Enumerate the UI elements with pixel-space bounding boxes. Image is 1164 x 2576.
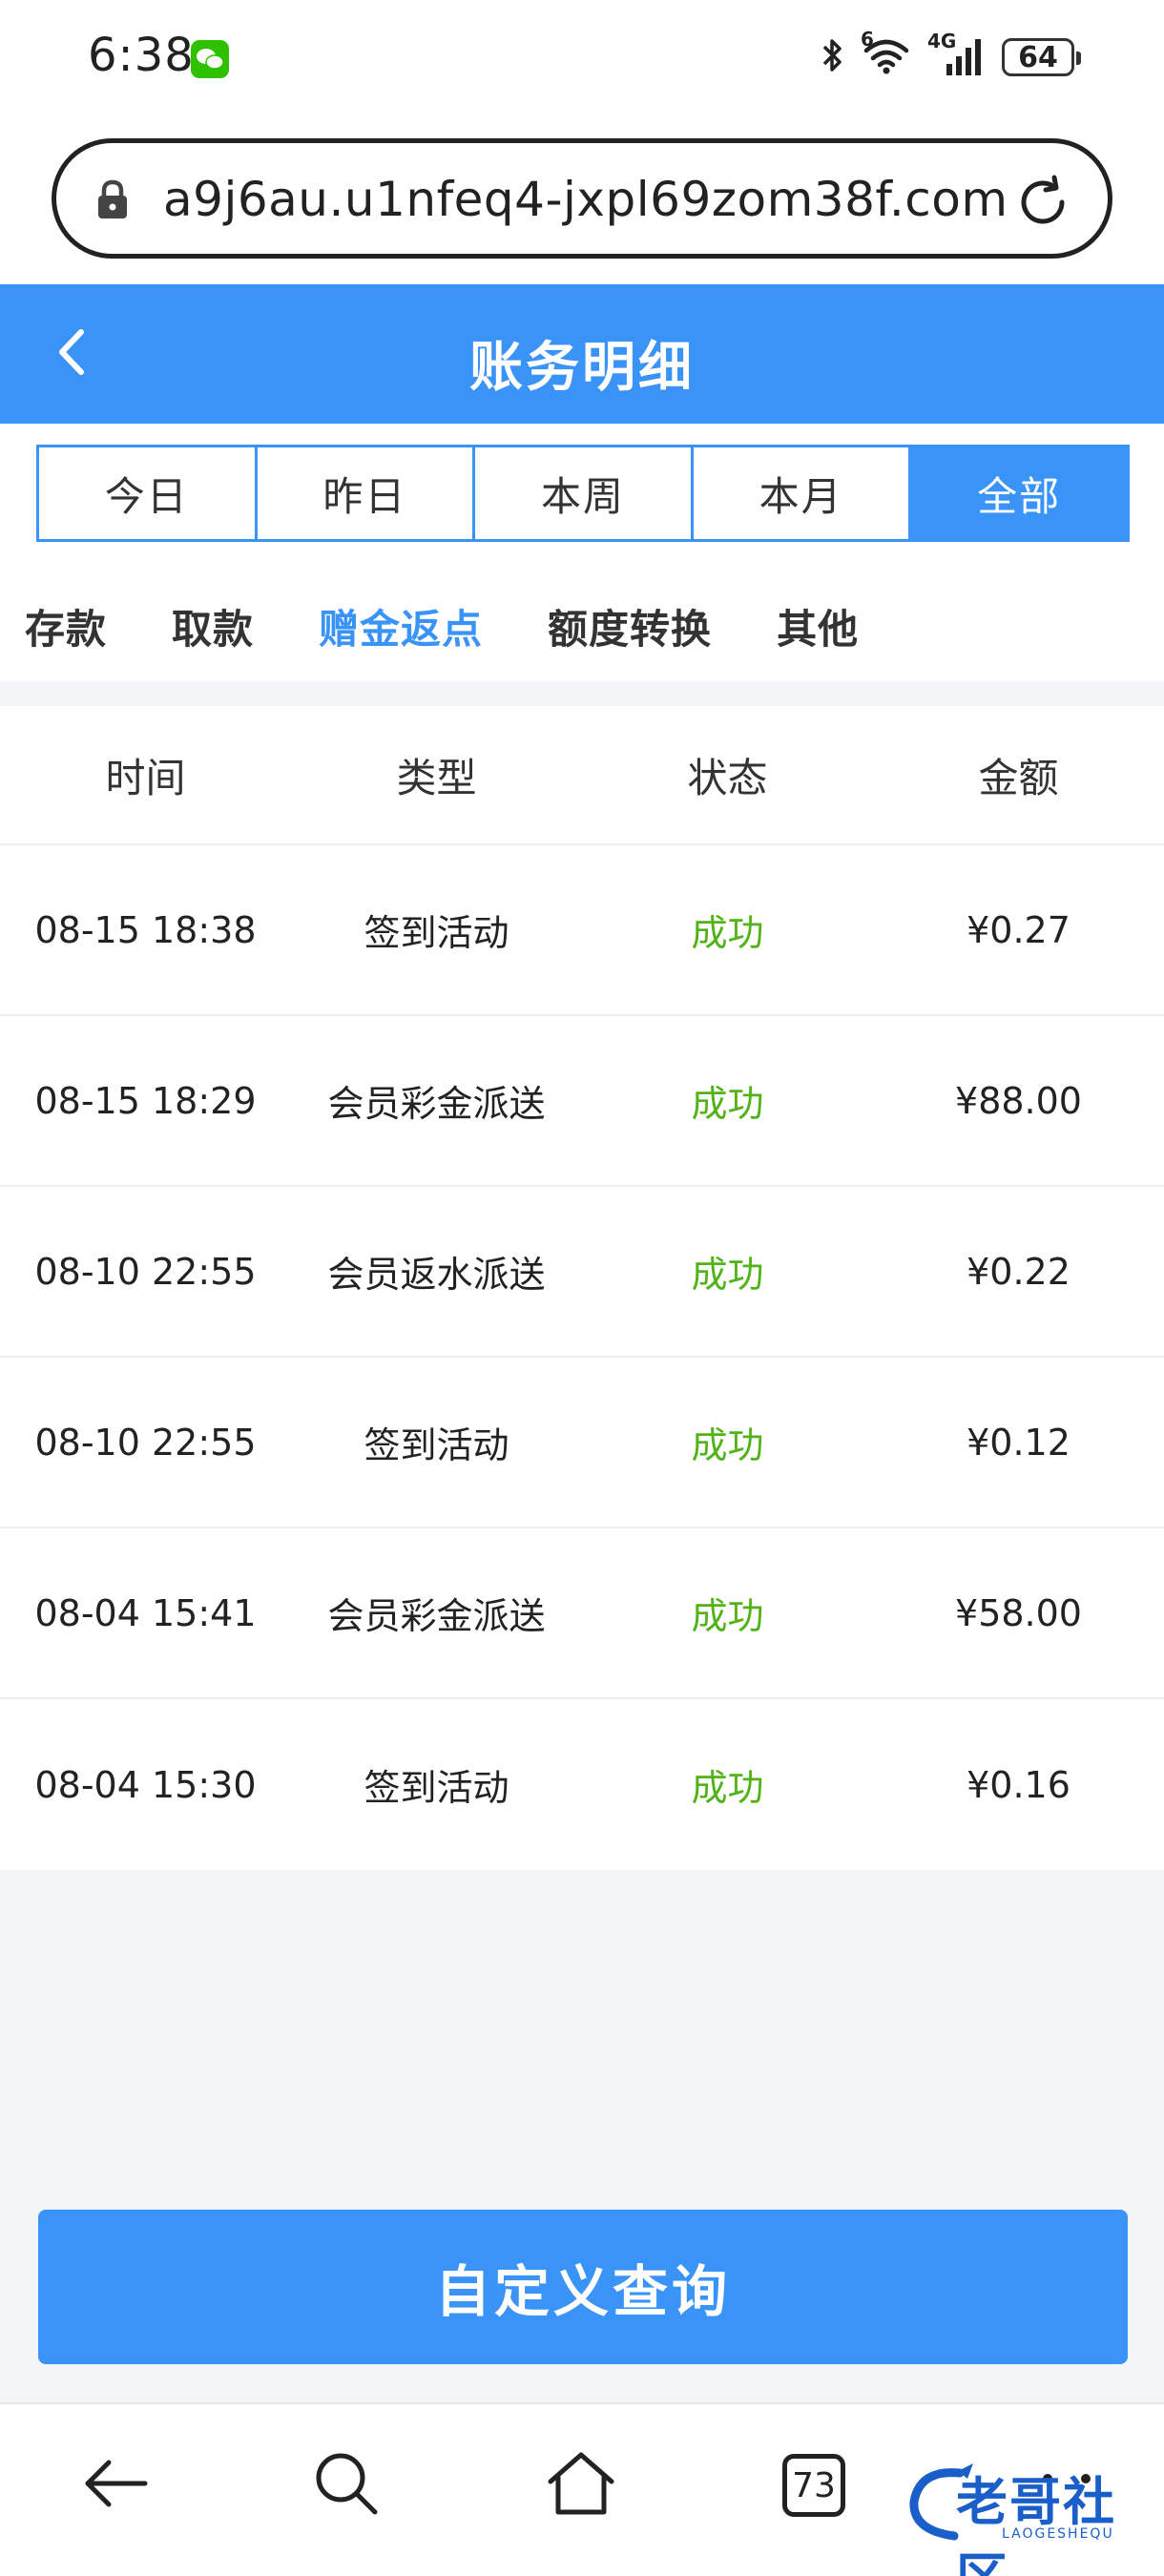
cell-type: 会员彩金派送 [327, 1595, 546, 1637]
home-icon [545, 2449, 617, 2522]
cell-status: 成功 [691, 1595, 764, 1637]
cell-amount: ¥0.27 [967, 908, 1070, 951]
table-row: 08-15 18:38 签到活动 成功 ¥0.27 [0, 845, 1164, 1016]
wechat-notification-icon [191, 40, 229, 78]
watermark-logo: 老哥社区 LAOGESHEQU [903, 2460, 1151, 2576]
signal-label: 4G [927, 30, 957, 52]
refresh-icon[interactable] [1012, 172, 1073, 237]
period-tab-this-week[interactable]: 本周 [475, 447, 694, 539]
category-tab-other[interactable]: 其他 [777, 597, 859, 655]
cell-type: 签到活动 [364, 1767, 509, 1809]
period-tab-today[interactable]: 今日 [39, 447, 258, 539]
nav-home-button[interactable] [538, 2442, 624, 2528]
category-tab-deposit[interactable]: 存款 [25, 597, 107, 655]
cell-type: 签到活动 [364, 912, 509, 954]
wifi-label: 6 [861, 28, 874, 51]
battery-indicator: 64 [1002, 38, 1081, 76]
period-tab-yesterday[interactable]: 昨日 [258, 447, 476, 539]
tab-count: 73 [782, 2454, 845, 2517]
period-tab-all[interactable]: 全部 [911, 447, 1127, 539]
search-icon [312, 2449, 381, 2522]
cell-amount: ¥0.12 [967, 1421, 1070, 1464]
cell-amount: ¥0.16 [967, 1763, 1070, 1806]
cell-status: 成功 [691, 1424, 764, 1466]
cell-time: 08-04 15:41 [34, 1591, 257, 1634]
category-tab-withdraw[interactable]: 取款 [172, 597, 254, 655]
address-bar[interactable]: a9j6au.u1nfeq4-jxpl69zom38f.com [52, 138, 1112, 259]
category-filter: 存款 取款 赠金返点 额度转换 其他 [0, 569, 1164, 681]
period-filter: 今日 昨日 本周 本月 全部 [0, 424, 1164, 569]
cell-status: 成功 [691, 1083, 764, 1125]
page-title: 账务明细 [469, 337, 695, 399]
table-row: 08-04 15:41 会员彩金派送 成功 ¥58.00 [0, 1528, 1164, 1699]
cell-amount: ¥0.22 [967, 1250, 1070, 1293]
cell-amount: ¥58.00 [955, 1591, 1082, 1634]
custom-query-button[interactable]: 自定义查询 [38, 2210, 1128, 2364]
browser-address-area: a9j6au.u1nfeq4-jxpl69zom38f.com [0, 114, 1164, 284]
column-header-time: 时间 [105, 754, 186, 801]
nav-search-button[interactable] [303, 2442, 389, 2528]
cell-time: 08-15 18:38 [34, 908, 257, 951]
status-bar: 6:38 6 4G 64 [0, 0, 1164, 114]
cellular-signal-icon: 4G [927, 31, 985, 77]
table-row: 08-15 18:29 会员彩金派送 成功 ¥88.00 [0, 1016, 1164, 1187]
cell-time: 08-10 22:55 [34, 1421, 257, 1464]
nav-back-button[interactable] [73, 2442, 158, 2528]
cell-time: 08-15 18:29 [34, 1079, 257, 1122]
column-header-status: 状态 [687, 754, 768, 801]
cell-status: 成功 [691, 912, 764, 954]
table-header: 时间 类型 状态 金额 [0, 706, 1164, 845]
cell-time: 08-04 15:30 [34, 1763, 257, 1806]
column-header-type: 类型 [396, 754, 477, 801]
status-icons: 6 4G 64 [821, 30, 1081, 82]
status-time: 6:38 [88, 29, 195, 82]
nav-tabs-button[interactable]: 73 [771, 2442, 857, 2528]
watermark-subtext: LAOGESHEQU [1002, 2526, 1114, 2542]
column-header-amount: 金额 [978, 754, 1059, 801]
cell-status: 成功 [691, 1767, 764, 1809]
cell-status: 成功 [691, 1254, 764, 1296]
cell-type: 签到活动 [364, 1424, 509, 1466]
period-tabs: 今日 昨日 本周 本月 全部 [36, 445, 1130, 542]
table-row: 08-10 22:55 会员返水派送 成功 ¥0.22 [0, 1187, 1164, 1358]
records-table: 时间 类型 状态 金额 08-15 18:38 签到活动 成功 ¥0.27 08… [0, 706, 1164, 1870]
category-tab-bonus-rebate[interactable]: 赠金返点 [319, 597, 483, 655]
cell-type: 会员彩金派送 [327, 1083, 546, 1125]
cell-type: 会员返水派送 [327, 1254, 546, 1296]
category-tab-transfer[interactable]: 额度转换 [548, 597, 712, 655]
app-header: 账务明细 [0, 284, 1164, 424]
category-tabs: 存款 取款 赠金返点 额度转换 其他 [25, 597, 924, 655]
cell-amount: ¥88.00 [955, 1079, 1082, 1122]
watermark-text: 老哥社区 [956, 2472, 1116, 2576]
bluetooth-icon [821, 36, 845, 78]
cell-time: 08-10 22:55 [34, 1250, 257, 1293]
table-row: 08-04 15:30 签到活动 成功 ¥0.16 [0, 1699, 1164, 1870]
wifi-icon: 6 [861, 30, 910, 79]
arrow-left-icon [80, 2455, 151, 2516]
table-row: 08-10 22:55 签到活动 成功 ¥0.12 [0, 1358, 1164, 1528]
lock-icon [96, 179, 129, 223]
period-tab-this-month[interactable]: 本月 [694, 447, 912, 539]
url-text[interactable]: a9j6au.u1nfeq4-jxpl69zom38f.com [163, 172, 1008, 227]
